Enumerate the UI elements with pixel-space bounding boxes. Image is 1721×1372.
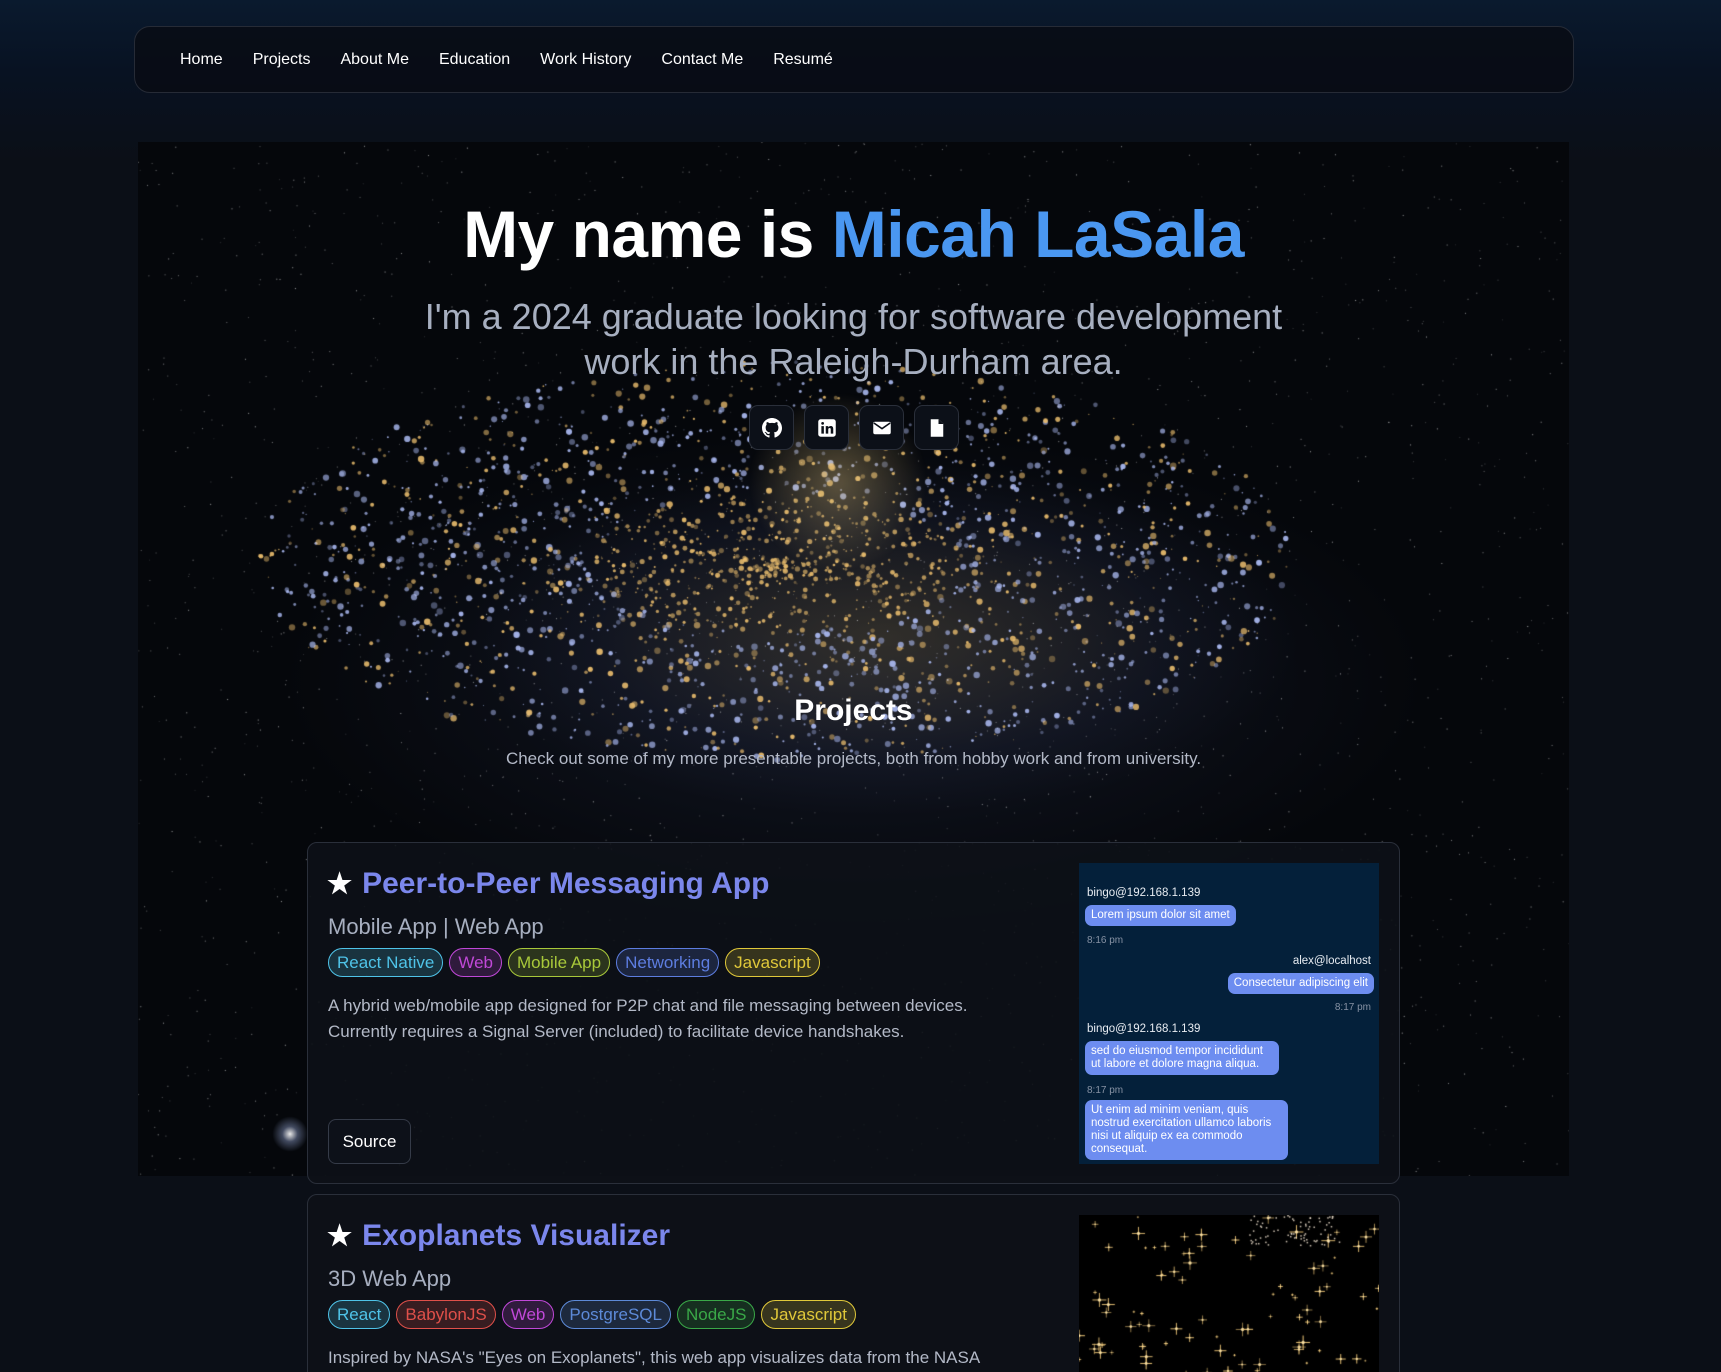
nav-education[interactable]: Education [424, 26, 525, 93]
email-button[interactable] [859, 405, 904, 450]
chat-timestamp: 8:17 pm [1334, 1002, 1371, 1013]
project-description: Inspired by NASA's "Eyes on Exoplanets",… [328, 1348, 981, 1367]
project-description: A hybrid web/mobile app designed for P2P… [328, 996, 968, 1041]
hero-title-prefix: My name is [463, 197, 832, 271]
mail-icon [872, 421, 891, 434]
nav-home[interactable]: Home [165, 26, 238, 93]
chat-timestamp: 8:16 pm [1087, 935, 1124, 946]
tag: NodeJS [676, 1300, 756, 1329]
tag: Mobile App [507, 948, 611, 977]
project-title-text: Peer-to-Peer Messaging App [362, 867, 770, 900]
hero-name: Micah LaSala [831, 197, 1245, 271]
chat-username: bingo@192.168.1.139 [1087, 887, 1201, 899]
project-title[interactable]: ★ Peer-to-Peer Messaging App [327, 867, 769, 901]
project-title[interactable]: ★ Exoplanets Visualizer [327, 1219, 670, 1253]
project-card: ★ Peer-to-Peer Messaging App Mobile App … [307, 842, 1400, 1184]
linkedin-button[interactable] [804, 405, 849, 450]
project-screenshot: bingo@192.168.1.139 Lorem ipsum dolor si… [1079, 863, 1379, 1164]
nav-work-history[interactable]: Work History [525, 26, 646, 93]
star-icon: ★ [327, 1220, 353, 1251]
nav-projects[interactable]: Projects [238, 26, 326, 93]
tag-list: React Native Web Mobile App Networking J… [328, 948, 820, 977]
github-button[interactable] [749, 405, 794, 450]
tag: BabylonJS [396, 1300, 496, 1329]
chat-username: bingo@192.168.1.139 [1087, 1023, 1201, 1035]
star-icon: ★ [327, 868, 353, 899]
projects-heading: Projects [794, 694, 913, 727]
chat-username: alex@localhost [1292, 955, 1371, 967]
tag: Networking [616, 948, 720, 977]
tag: Web [501, 1300, 555, 1329]
nav-resume[interactable]: Resumé [758, 26, 848, 93]
chat-timestamp: 8:17 pm [1087, 1085, 1124, 1096]
source-button[interactable]: Source [328, 1119, 411, 1164]
chat-message: Lorem ipsum dolor sit amet [1085, 905, 1236, 926]
project-type: Mobile App | Web App [328, 914, 544, 939]
lens-flare [272, 1116, 308, 1152]
hero-title: My name is Micah LaSala [138, 196, 1569, 272]
tag: Javascript [725, 948, 820, 977]
tag: React Native [328, 948, 444, 977]
tag-list: React BabylonJS Web PostgreSQL NodeJS Ja… [328, 1300, 856, 1329]
tag: Javascript [761, 1300, 856, 1329]
tag: React [328, 1300, 391, 1329]
chat-message: Consectetur adipiscing elit [1227, 973, 1374, 994]
project-title-text: Exoplanets Visualizer [362, 1219, 671, 1252]
resume-button[interactable] [914, 405, 959, 450]
exoplanet-stars-image [1079, 1215, 1379, 1372]
nav-about-me[interactable]: About Me [325, 26, 423, 93]
navbar: Home Projects About Me Education Work Hi… [134, 26, 1574, 93]
hero-subtitle: I'm a 2024 graduate looking for software… [424, 296, 1283, 382]
tag: Web [449, 948, 502, 977]
social-links [749, 405, 959, 450]
project-type: 3D Web App [328, 1266, 452, 1291]
linkedin-icon [817, 418, 836, 437]
github-icon [761, 417, 782, 438]
tag: PostgreSQL [560, 1300, 671, 1329]
chat-message: sed do eiusmod tempor incididunt ut labo… [1085, 1041, 1279, 1075]
nav-contact-me[interactable]: Contact Me [646, 26, 758, 93]
project-screenshot [1079, 1215, 1379, 1372]
chat-message: Ut enim ad minim veniam, quis nostrud ex… [1085, 1100, 1288, 1160]
project-card: ★ Exoplanets Visualizer 3D Web App React… [307, 1194, 1400, 1372]
document-icon [930, 418, 943, 437]
projects-description: Check out some of my more presentable pr… [505, 749, 1202, 768]
